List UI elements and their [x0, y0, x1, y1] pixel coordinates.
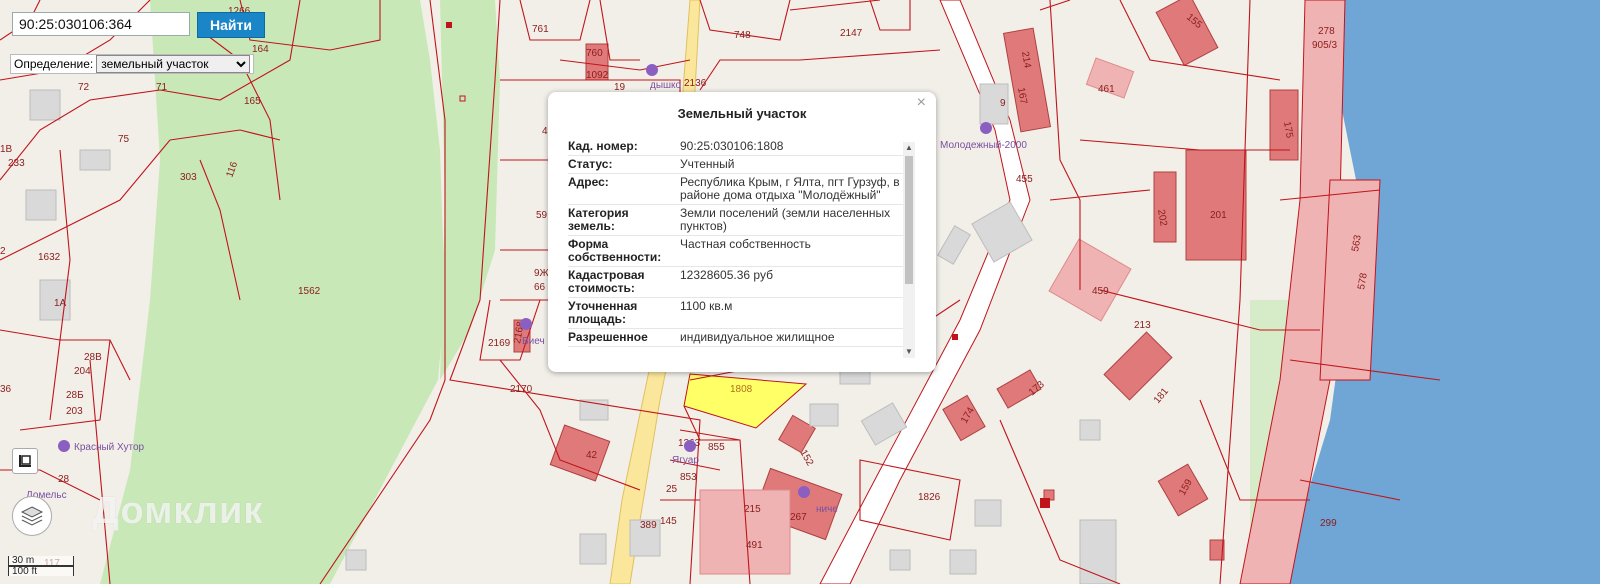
- definition-label: Определение:: [14, 57, 94, 71]
- svg-text:761: 761: [532, 24, 549, 35]
- layers-icon: [20, 506, 44, 526]
- find-button[interactable]: Найти: [197, 12, 265, 38]
- attr-row-area: Уточненная площадь: 1100 кв.м: [568, 298, 908, 329]
- attr-value: 90:25:030106:1808: [680, 139, 784, 153]
- map-scale: 30 m 100 ft: [8, 556, 74, 577]
- svg-text:1826: 1826: [918, 492, 941, 503]
- svg-text:215: 215: [744, 504, 761, 515]
- svg-text:66: 66: [534, 282, 546, 293]
- svg-text:дышко: дышко: [650, 80, 682, 91]
- svg-text:299: 299: [1320, 518, 1337, 529]
- attr-key: Статус:: [568, 157, 613, 171]
- attr-row-permitted-use: Разрешенное индивидуальное жилищное: [568, 329, 908, 347]
- draw-area-button[interactable]: [12, 448, 38, 474]
- svg-text:1562: 1562: [298, 286, 321, 297]
- svg-text:213: 213: [1134, 320, 1151, 331]
- svg-text:164: 164: [252, 44, 269, 55]
- svg-text:278: 278: [1318, 26, 1335, 37]
- svg-text:75: 75: [118, 134, 130, 145]
- definition-control: Определение: земельный участок: [10, 54, 255, 74]
- svg-text:853: 853: [680, 472, 697, 483]
- svg-text:9: 9: [1000, 98, 1006, 109]
- attr-value: Частная собственность: [680, 237, 811, 251]
- attr-value: Республика Крым, г Ялта, пгт Гурзуф, в р…: [680, 175, 900, 202]
- svg-text:2: 2: [0, 246, 6, 257]
- attr-key: Адрес:: [568, 175, 609, 189]
- scale-metric: 30 m: [8, 556, 74, 566]
- scroll-down-icon[interactable]: ▼: [903, 346, 915, 358]
- svg-text:2136: 2136: [684, 78, 707, 89]
- attr-key: Разрешенное: [568, 330, 648, 344]
- parcel-attributes-table: Кад. номер: 90:25:030106:1808 Статус: Уч…: [568, 138, 908, 354]
- svg-text:Красный Хутор: Красный Хутор: [74, 442, 145, 453]
- svg-text:389: 389: [640, 520, 657, 531]
- attr-row-land-category: Категория земель: Земли поселений (земли…: [568, 205, 908, 236]
- svg-text:165: 165: [244, 96, 261, 107]
- svg-text:303: 303: [180, 172, 197, 183]
- attr-row-ownership: Форма собственности: Частная собственнос…: [568, 236, 908, 267]
- svg-text:145: 145: [660, 516, 677, 527]
- scale-imperial: 100 ft: [8, 566, 74, 577]
- svg-text:ниче: ниче: [816, 504, 838, 515]
- attr-value: 12328605.36 руб: [680, 268, 773, 282]
- scroll-up-icon[interactable]: ▲: [903, 142, 915, 154]
- svg-text:455: 455: [1016, 174, 1033, 185]
- svg-text:59: 59: [536, 210, 548, 221]
- svg-text:72: 72: [78, 82, 90, 93]
- attr-value: Земли поселений (земли населенных пункто…: [680, 206, 891, 233]
- svg-text:461: 461: [1098, 84, 1115, 95]
- attr-row-address: Адрес: Республика Крым, г Ялта, пгт Гурз…: [568, 174, 908, 205]
- svg-text:1А: 1А: [54, 298, 67, 309]
- attr-key: Кад. номер:: [568, 139, 638, 153]
- svg-text:1В: 1В: [0, 144, 13, 155]
- svg-text:28: 28: [58, 474, 70, 485]
- attr-row-cadastral-value: Кадастровая стоимость: 12328605.36 руб: [568, 267, 908, 298]
- svg-text:201: 201: [1210, 210, 1227, 221]
- attr-key: Кадастровая стоимость:: [568, 268, 645, 295]
- cadastral-number-search-input[interactable]: 90:25:030106:364: [12, 12, 190, 36]
- svg-text:71: 71: [156, 82, 168, 93]
- close-icon[interactable]: ×: [917, 94, 926, 112]
- svg-text:1808: 1808: [730, 384, 753, 395]
- square-icon: [19, 455, 31, 467]
- svg-text:28Б: 28Б: [66, 390, 84, 401]
- popup-title: Земельный участок: [677, 106, 807, 121]
- attr-value: индивидуальное жилищное: [680, 330, 835, 344]
- attr-key: Категория земель:: [568, 206, 629, 233]
- svg-text:Молодежный-2000: Молодежный-2000: [940, 140, 1027, 151]
- svg-text:2147: 2147: [840, 28, 863, 39]
- svg-text:855: 855: [708, 442, 725, 453]
- attr-key: Форма собственности:: [568, 237, 662, 264]
- attr-key: Уточненная площадь:: [568, 299, 638, 326]
- attr-value: 1100 кв.м: [680, 299, 733, 313]
- svg-text:Виеч: Виеч: [522, 336, 545, 347]
- definition-type-select[interactable]: земельный участок: [96, 55, 251, 73]
- popup-scrollbar[interactable]: ▲ ▼: [903, 142, 915, 358]
- layers-button[interactable]: [12, 496, 52, 536]
- domclick-watermark: Домклик: [92, 490, 264, 532]
- svg-text:267: 267: [790, 512, 807, 523]
- attr-row-status: Статус: Учтенный: [568, 156, 908, 174]
- svg-text:36: 36: [0, 384, 12, 395]
- svg-text:459: 459: [1092, 286, 1109, 297]
- parcel-info-popup: Земельный участок × Кад. номер: 90:25:03…: [548, 92, 936, 372]
- attr-value: Учтенный: [680, 157, 735, 171]
- svg-text:1632: 1632: [38, 252, 61, 263]
- svg-text:28В: 28В: [84, 352, 102, 363]
- svg-text:233: 233: [8, 158, 25, 169]
- svg-text:Ягуар: Ягуар: [672, 455, 699, 466]
- svg-text:760: 760: [586, 48, 603, 59]
- svg-text:2170: 2170: [510, 384, 533, 395]
- svg-text:748: 748: [734, 30, 751, 41]
- svg-text:42: 42: [586, 450, 598, 461]
- svg-text:491: 491: [746, 540, 763, 551]
- svg-text:25: 25: [666, 484, 678, 495]
- svg-text:905/3: 905/3: [1312, 40, 1337, 51]
- scrollbar-thumb[interactable]: [905, 156, 913, 284]
- svg-text:1092: 1092: [586, 70, 609, 81]
- svg-text:204: 204: [74, 366, 91, 377]
- svg-text:203: 203: [66, 406, 83, 417]
- attr-row-cadastral-number: Кад. номер: 90:25:030106:1808: [568, 138, 908, 156]
- svg-text:2169: 2169: [488, 338, 511, 349]
